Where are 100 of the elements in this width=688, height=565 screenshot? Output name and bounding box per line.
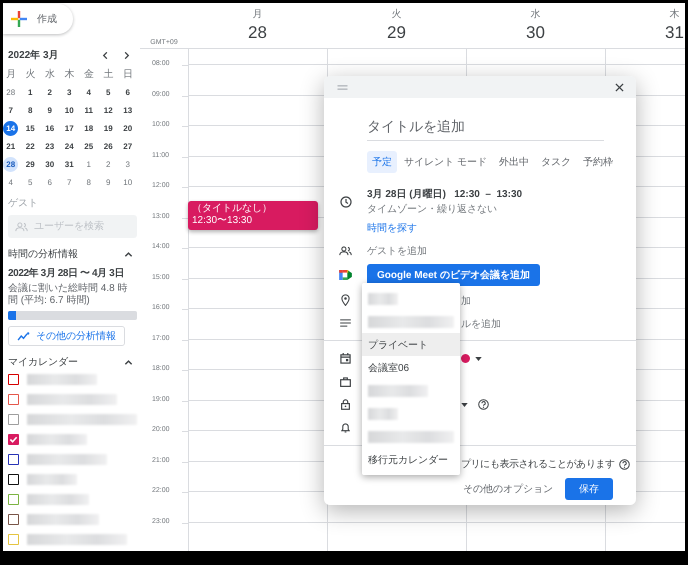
calendar-day[interactable]: 28 bbox=[3, 84, 18, 100]
event-type-tab[interactable]: タスク bbox=[536, 151, 576, 173]
help-icon[interactable] bbox=[478, 399, 489, 410]
calendar-day[interactable]: 5 bbox=[100, 84, 116, 100]
calendar-menu-item[interactable]: 会議室06 bbox=[362, 356, 460, 379]
calendar-day[interactable]: 5 bbox=[22, 174, 38, 190]
event-block[interactable]: （タイトルなし） 12:30〜13:30 bbox=[188, 201, 318, 230]
calendar-day[interactable]: 28 bbox=[3, 156, 18, 172]
create-button[interactable]: 作成 bbox=[3, 4, 73, 34]
calendar-day[interactable]: 27 bbox=[120, 138, 136, 154]
calendar-day[interactable]: 12 bbox=[100, 102, 116, 118]
calendar-checkbox[interactable] bbox=[8, 374, 19, 384]
calendar-checkbox[interactable] bbox=[8, 494, 19, 504]
add-location-text[interactable]: 加 bbox=[461, 296, 471, 306]
calendar-day[interactable]: 10 bbox=[120, 174, 136, 190]
more-options-button[interactable]: その他のオプション bbox=[459, 478, 557, 500]
calendar-checkbox[interactable] bbox=[8, 414, 19, 424]
timezone-repeat-text[interactable]: タイムゾーン・繰り返さない bbox=[367, 202, 636, 216]
blurred-label bbox=[27, 474, 77, 484]
weekday-label: 火 bbox=[392, 8, 402, 21]
calendar-day[interactable]: 3 bbox=[62, 84, 77, 100]
calendar-checkbox[interactable] bbox=[8, 394, 19, 404]
calendar-day[interactable]: 9 bbox=[42, 102, 58, 118]
event-type-tab[interactable]: 外出中 bbox=[494, 151, 534, 173]
calendar-day[interactable]: 16 bbox=[42, 120, 58, 136]
help-icon[interactable] bbox=[618, 458, 630, 470]
calendar-menu-item[interactable]: 移行元カレンダー bbox=[362, 448, 460, 471]
calendar-day[interactable]: 8 bbox=[81, 174, 96, 190]
find-time-link[interactable]: 時間を探す bbox=[367, 220, 417, 234]
drag-handle-icon[interactable] bbox=[337, 84, 348, 90]
month-title: 2022年 3月 bbox=[8, 48, 60, 62]
previous-month-icon[interactable] bbox=[101, 50, 110, 60]
dropdown-caret-icon[interactable] bbox=[475, 356, 482, 360]
collapse-icon[interactable] bbox=[124, 358, 133, 366]
calendar-day[interactable]: 1 bbox=[22, 84, 38, 100]
calendar-day[interactable]: 20 bbox=[120, 120, 136, 136]
calendar-day[interactable]: 29 bbox=[22, 156, 38, 172]
calendar-day[interactable]: 10 bbox=[62, 102, 77, 118]
location-pin-icon bbox=[341, 294, 350, 306]
calendar-day[interactable]: 6 bbox=[42, 174, 58, 190]
blurred-label bbox=[27, 434, 87, 444]
calendar-day[interactable]: 7 bbox=[62, 174, 77, 190]
calendar-day[interactable]: 21 bbox=[3, 138, 18, 154]
save-button[interactable]: 保存 bbox=[565, 478, 613, 500]
date-number[interactable]: 28 bbox=[248, 23, 267, 43]
calendar-day[interactable]: 30 bbox=[42, 156, 58, 172]
calendar-day[interactable]: 8 bbox=[22, 102, 38, 118]
calendar-day[interactable]: 2 bbox=[100, 156, 116, 172]
calendar-day[interactable]: 17 bbox=[62, 120, 77, 136]
more-insights-button[interactable]: その他の分析情報 bbox=[8, 326, 125, 346]
add-guests-text[interactable]: ゲストを追加 bbox=[367, 244, 636, 258]
calendar-day[interactable]: 1 bbox=[81, 156, 96, 172]
blurred-label bbox=[27, 494, 89, 504]
calendar-day[interactable]: 24 bbox=[62, 138, 77, 154]
calendar-day[interactable]: 4 bbox=[81, 84, 96, 100]
next-month-icon[interactable] bbox=[122, 50, 131, 60]
weekday-label: 金 bbox=[84, 68, 94, 81]
calendar-menu-item[interactable]: プライベート bbox=[362, 333, 460, 356]
date-number[interactable]: 29 bbox=[387, 23, 406, 43]
calendar-color-dot[interactable] bbox=[461, 354, 470, 363]
calendar-day[interactable]: 4 bbox=[3, 174, 18, 190]
close-icon[interactable] bbox=[615, 82, 624, 92]
calendar-checkbox[interactable] bbox=[8, 434, 19, 444]
weekday-label: 土 bbox=[103, 68, 114, 81]
meeting-summary: 会議に割いた総時間 4.8 時間 (平均: 6.7 時間) bbox=[8, 283, 128, 307]
add-description-text[interactable]: ルを追加 bbox=[461, 318, 501, 330]
clock-icon bbox=[340, 196, 352, 208]
calendar-day[interactable]: 18 bbox=[81, 120, 96, 136]
calendar-day[interactable]: 3 bbox=[120, 156, 136, 172]
calendar-checkbox[interactable] bbox=[8, 474, 19, 484]
event-type-tab[interactable]: 予約枠 bbox=[578, 151, 618, 173]
calendar-checkbox[interactable] bbox=[8, 454, 19, 464]
calendar-day[interactable]: 11 bbox=[81, 102, 96, 118]
calendar-day[interactable]: 2 bbox=[42, 84, 58, 100]
event-type-tab[interactable]: 予定 bbox=[367, 151, 397, 173]
calendar-day[interactable]: 25 bbox=[81, 138, 96, 154]
date-time-text[interactable]: 3月 28日 (月曜日) 12:30 – 13:30 bbox=[367, 187, 636, 201]
calendar-day[interactable]: 7 bbox=[3, 102, 18, 118]
date-number[interactable]: 31 bbox=[665, 23, 684, 43]
calendar-day[interactable]: 9 bbox=[100, 174, 116, 190]
date-number[interactable]: 30 bbox=[526, 23, 545, 43]
calendar-day[interactable]: 26 bbox=[100, 138, 116, 154]
event-type-tab[interactable]: サイレント モード bbox=[399, 151, 492, 173]
weekday-label: 木 bbox=[670, 8, 680, 21]
collapse-icon[interactable] bbox=[124, 250, 133, 258]
calendar-day[interactable]: 13 bbox=[120, 102, 136, 118]
calendar-day[interactable]: 19 bbox=[100, 120, 116, 136]
description-icon bbox=[340, 318, 351, 326]
weekday-label: 日 bbox=[122, 68, 133, 81]
calendar-checkbox[interactable] bbox=[8, 514, 19, 524]
plus-icon bbox=[11, 11, 27, 27]
add-video-call-button[interactable]: Google Meet のビデオ会議を追加 bbox=[367, 264, 540, 286]
dropdown-caret-icon[interactable] bbox=[461, 402, 468, 406]
calendar-day[interactable]: 31 bbox=[62, 156, 77, 172]
calendar-day[interactable]: 23 bbox=[42, 138, 58, 154]
calendar-day[interactable]: 15 bbox=[22, 120, 38, 136]
calendar-day[interactable]: 6 bbox=[120, 84, 136, 100]
lock-icon bbox=[341, 399, 350, 410]
calendar-day[interactable]: 14 bbox=[3, 120, 18, 136]
calendar-day[interactable]: 22 bbox=[22, 138, 38, 154]
